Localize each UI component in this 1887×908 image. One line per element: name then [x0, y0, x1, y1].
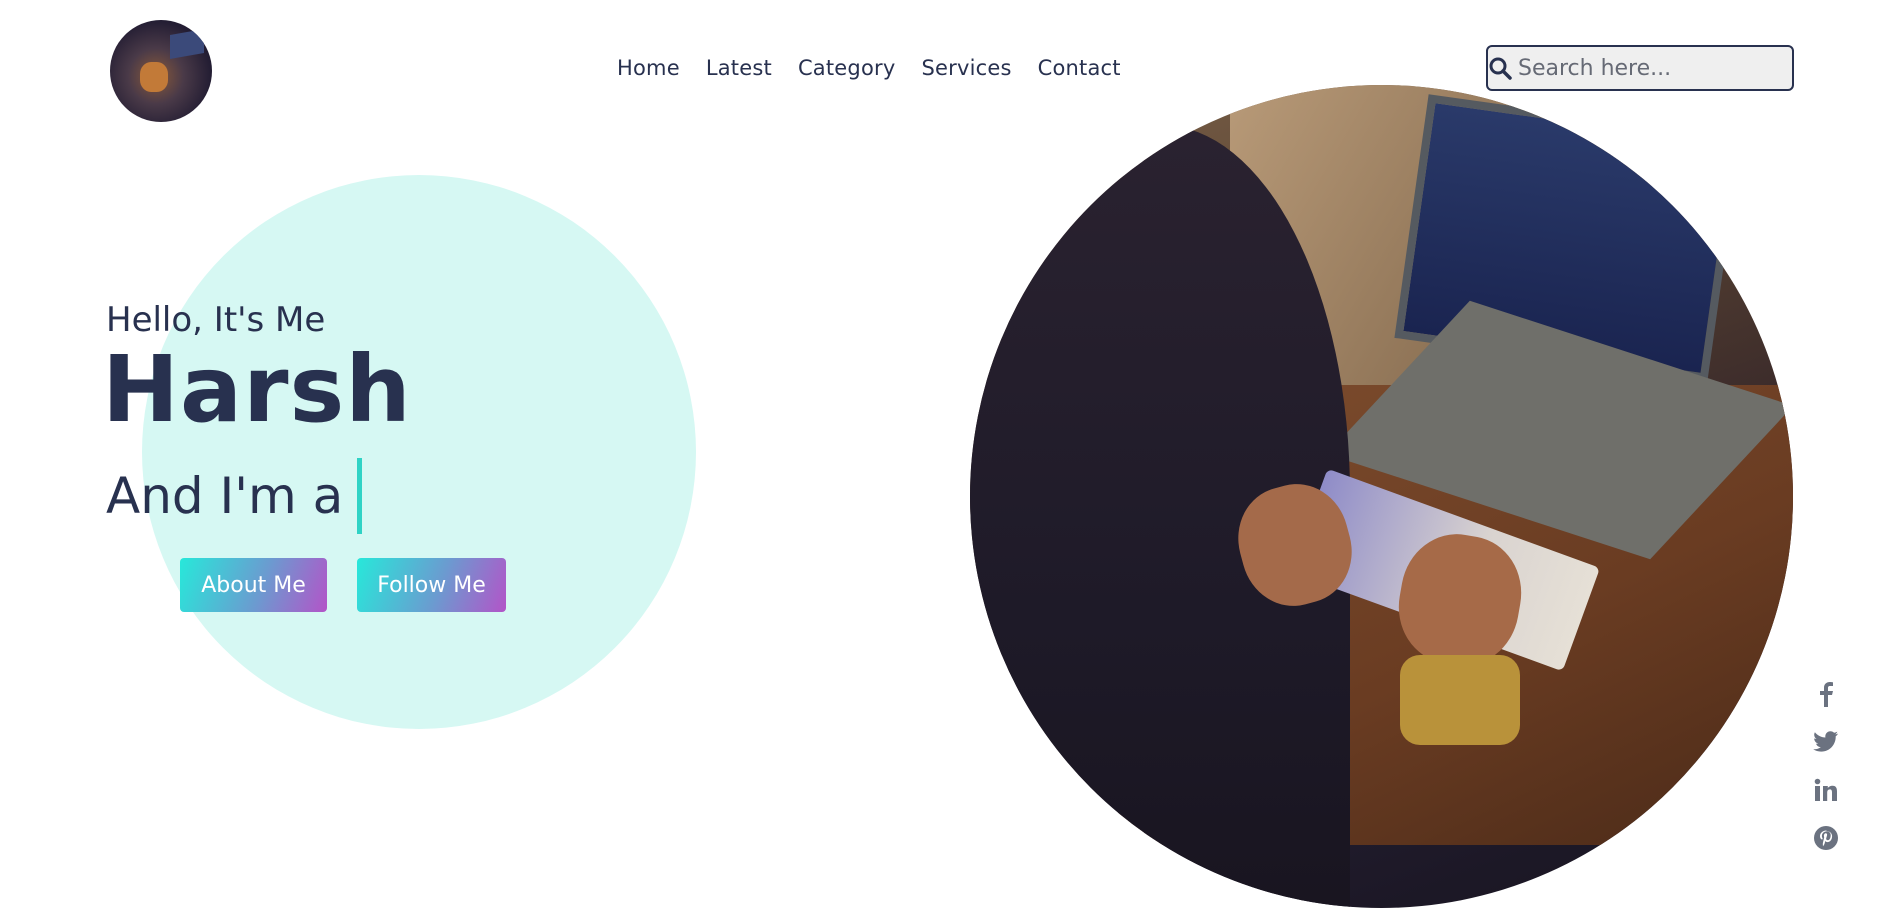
about-me-button[interactable]: About Me [180, 558, 327, 612]
pinterest-icon[interactable] [1812, 824, 1840, 852]
photo-sleeve [1400, 655, 1520, 745]
nav-home[interactable]: Home [617, 56, 680, 80]
logo-hand-shape [140, 62, 168, 92]
follow-me-button[interactable]: Follow Me [357, 558, 506, 612]
nav-contact[interactable]: Contact [1038, 56, 1121, 80]
nav-category[interactable]: Category [798, 56, 896, 80]
social-links [1812, 680, 1840, 852]
linkedin-icon[interactable] [1812, 776, 1840, 804]
logo-laptop-shape [170, 29, 204, 59]
facebook-icon[interactable] [1812, 680, 1840, 708]
hero-greeting: Hello, It's Me [106, 300, 326, 340]
hero-role: And I'm a [106, 458, 363, 534]
logo-avatar[interactable] [110, 20, 212, 122]
hero-photo [970, 85, 1793, 908]
hero-name: Harsh [102, 336, 412, 443]
nav-services[interactable]: Services [921, 56, 1011, 80]
twitter-icon[interactable] [1812, 728, 1840, 756]
hero-background-circle [142, 175, 696, 729]
search-input[interactable] [1512, 54, 1794, 82]
nav-latest[interactable]: Latest [706, 56, 772, 80]
typing-cursor [357, 458, 363, 534]
main-nav: Home Latest Category Services Contact [617, 56, 1121, 80]
hero-role-prefix: And I'm a [106, 467, 344, 525]
